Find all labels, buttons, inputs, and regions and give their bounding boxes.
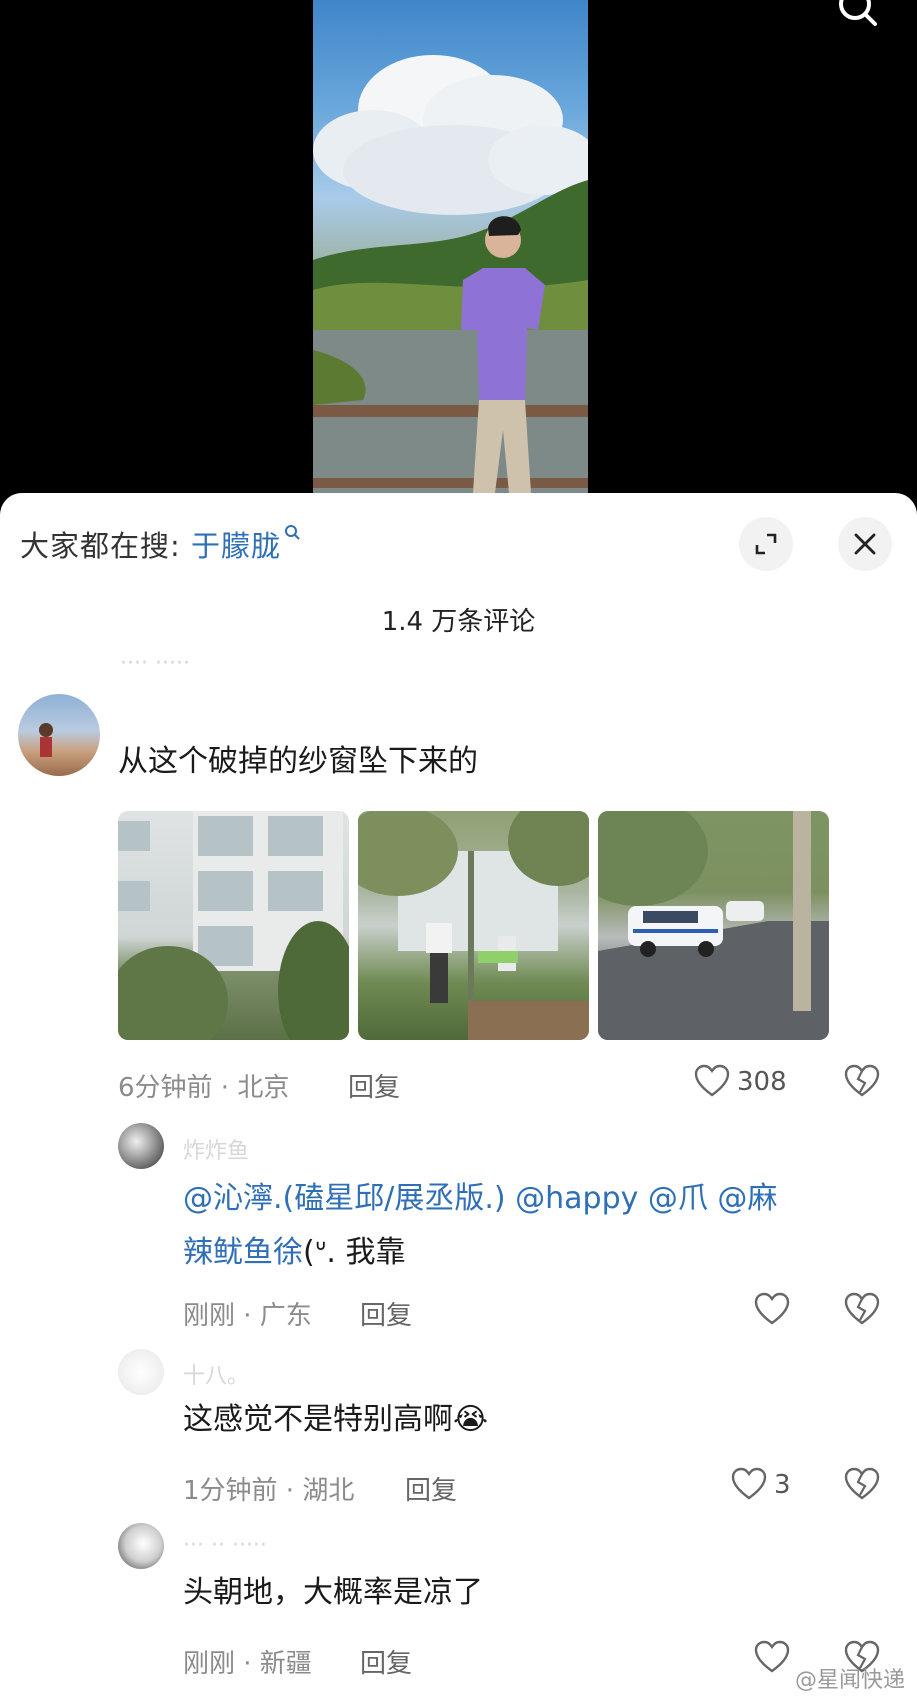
crying-emoji: 😭 <box>453 1402 489 1437</box>
search-icon[interactable] <box>829 0 889 30</box>
comment-count: 1.4 万条评论 <box>381 607 536 637</box>
like-count: 308 <box>737 1067 787 1097</box>
username[interactable]: 十八。 <box>183 1358 249 1390</box>
comment-text: 头朝地，大概率是凉了 <box>183 1575 483 1610</box>
comment-photo-2[interactable] <box>358 811 589 1040</box>
expand-button[interactable] <box>739 517 793 571</box>
dislike-icon[interactable] <box>844 1292 880 1326</box>
comment-text: @沁濘.(磕星邱/展丞版.) @happy @爪 @麻 辣鱿鱼徐(ᐡ. 我靠 <box>183 1172 883 1280</box>
avatar[interactable] <box>118 1523 164 1569</box>
dislike-icon[interactable] <box>844 1064 880 1098</box>
search-prefix: 大家都在搜: <box>20 529 181 563</box>
close-button[interactable] <box>838 517 892 571</box>
comment-panel: 大家都在搜: 于朦胧 1.4 万条评论 ···· ····· 从这个破掉的纱窗坠… <box>0 493 917 1702</box>
mention-continued[interactable]: 辣鱿鱼徐 <box>183 1235 303 1270</box>
photo-people-garden <box>358 811 589 1040</box>
video-frame[interactable] <box>313 0 588 493</box>
comment-meta: 刚刚 · 新疆 <box>183 1649 312 1679</box>
expand-icon <box>755 533 777 555</box>
comment-text: 这感觉不是特别高啊😭 <box>183 1393 488 1447</box>
search-suggestion[interactable]: 大家都在搜: 于朦胧 <box>20 523 301 565</box>
like-icon[interactable] <box>754 1292 790 1326</box>
comment-text-body: 这感觉不是特别高啊 <box>183 1402 453 1437</box>
comment-text-rest: (ᐡ. 我靠 <box>303 1235 406 1270</box>
avatar-image <box>39 723 53 757</box>
username-redacted: ··· ·· ····· <box>183 1533 267 1558</box>
reply-button[interactable]: 回复 <box>348 1067 400 1104</box>
avatar[interactable] <box>18 694 100 776</box>
watermark: @星闻快递 <box>794 1668 905 1693</box>
username[interactable]: 炸炸鱼 <box>183 1133 249 1165</box>
close-icon <box>854 533 876 555</box>
like-count: 3 <box>774 1470 791 1500</box>
comment-photo-3[interactable] <box>598 811 829 1040</box>
comment-meta: 1分钟前 · 湖北 <box>183 1476 355 1506</box>
video-area[interactable] <box>0 0 917 493</box>
reply-button[interactable]: 回复 <box>360 1643 412 1680</box>
photo-building <box>118 811 349 1040</box>
username-redacted: ···· ····· <box>120 651 190 676</box>
comment-text: 从这个破掉的纱窗坠下来的 <box>118 744 478 779</box>
reply-button[interactable]: 回复 <box>405 1470 457 1507</box>
dislike-icon[interactable] <box>844 1467 880 1501</box>
like-icon[interactable] <box>731 1467 767 1501</box>
avatar[interactable] <box>118 1349 164 1395</box>
video-scene <box>313 55 588 493</box>
comment-photo-1[interactable] <box>118 811 349 1040</box>
search-keyword[interactable]: 于朦胧 <box>191 529 281 563</box>
comment-meta: 刚刚 · 广东 <box>183 1301 312 1331</box>
photo-police-car <box>598 811 829 1040</box>
comment-meta: 6分钟前 · 北京 <box>118 1073 290 1103</box>
like-icon[interactable] <box>694 1064 730 1098</box>
avatar[interactable] <box>118 1123 164 1169</box>
like-icon[interactable] <box>754 1640 790 1674</box>
mentions[interactable]: @沁濘.(磕星邱/展丞版.) @happy @爪 @麻 <box>183 1181 777 1216</box>
keyword-search-icon <box>285 525 300 540</box>
reply-button[interactable]: 回复 <box>360 1295 412 1332</box>
